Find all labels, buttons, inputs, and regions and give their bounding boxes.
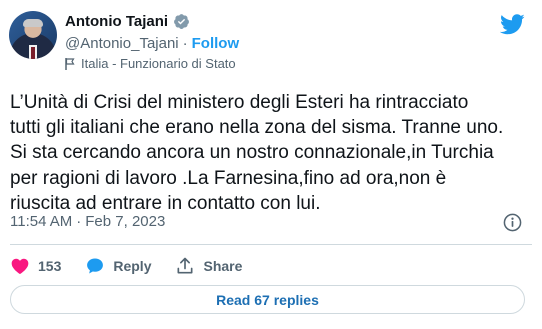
heart-icon [11, 258, 29, 274]
author-handle-row: @Antonio_Tajani · Follow [65, 35, 239, 52]
tweet-timestamp[interactable]: 11:54 AM · Feb 7, 2023 [10, 213, 165, 230]
avatar-hair [23, 19, 43, 27]
handle-separator: · [182, 35, 188, 52]
tweet-actions: 153 Reply Share [10, 256, 266, 276]
share-button[interactable]: Share [175, 256, 242, 276]
follow-button[interactable]: Follow [192, 35, 240, 52]
twitter-bird-icon[interactable] [500, 14, 525, 35]
tweet-time[interactable]: 11:54 AM [10, 213, 72, 230]
share-icon [177, 257, 193, 274]
share-label: Share [203, 258, 243, 274]
flag-icon [65, 57, 75, 70]
verified-badge-icon [174, 14, 189, 29]
reply-label: Reply [113, 258, 152, 274]
timestamp-separator: · [76, 213, 82, 230]
like-button[interactable]: 153 [10, 256, 61, 276]
info-icon[interactable] [503, 213, 522, 232]
author-label[interactable]: Italia - Funzionario di Stato [81, 56, 236, 71]
author-display-name[interactable]: Antonio Tajani [65, 13, 168, 30]
author-name-row: Antonio Tajani [65, 13, 190, 30]
reply-button[interactable]: Reply [85, 256, 151, 276]
tweet-text: L’Unità di Crisi del ministero degli Est… [10, 92, 504, 214]
divider [10, 244, 532, 245]
avatar[interactable] [9, 11, 57, 59]
author-label-row: Italia - Funzionario di Stato [65, 56, 236, 71]
author-handle[interactable]: @Antonio_Tajani [65, 35, 179, 52]
like-count: 153 [38, 258, 62, 274]
reply-bubble-icon [87, 258, 104, 274]
avatar-tie [31, 47, 35, 59]
read-replies-button[interactable]: Read 67 replies [10, 285, 525, 314]
tweet-date[interactable]: Feb 7, 2023 [85, 213, 165, 230]
tweet-card: Antonio Tajani @Antonio_Tajani · Follow … [0, 0, 542, 329]
